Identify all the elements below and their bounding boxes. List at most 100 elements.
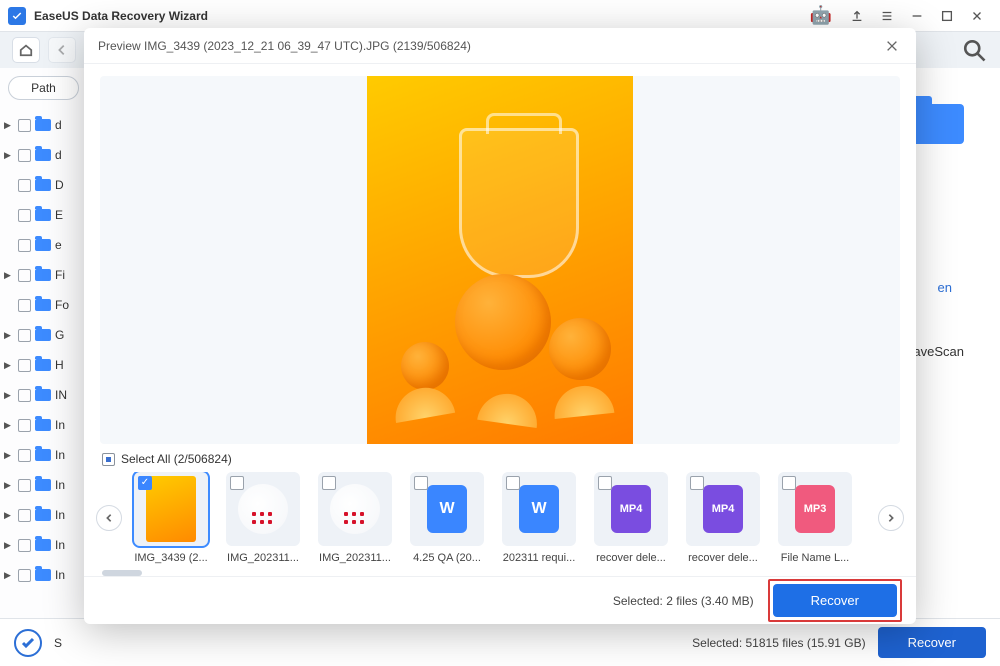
thumb-checkbox[interactable] [322, 476, 336, 490]
tree-checkbox[interactable] [18, 539, 31, 552]
tree-item[interactable]: D [0, 170, 87, 200]
caret-icon: ▶ [4, 570, 14, 581]
thumb-label: IMG_3439 (2... [132, 552, 210, 564]
thumb-checkbox[interactable] [782, 476, 796, 490]
tree-label: In [55, 478, 65, 492]
tree-item[interactable]: ▶G [0, 320, 87, 350]
minimize-button[interactable] [902, 1, 932, 31]
tree-item[interactable]: e [0, 230, 87, 260]
tree-checkbox[interactable] [18, 479, 31, 492]
thumb-checkbox[interactable] [690, 476, 704, 490]
tree-item[interactable]: ▶In [0, 560, 87, 590]
recover-button[interactable]: Recover [773, 584, 897, 617]
tree-item[interactable]: Fo [0, 290, 87, 320]
thumb-item[interactable]: W4.25 QA (20... [408, 472, 486, 564]
search-button[interactable] [960, 37, 988, 63]
thumb-label: File Name L... [776, 552, 854, 564]
sidebar: Path ▶d▶dDEe▶FiFo▶G▶H▶IN▶In▶In▶In▶In▶In▶… [0, 68, 88, 618]
back-button[interactable] [48, 37, 76, 63]
thumb-label: recover dele... [684, 552, 762, 564]
select-all-row: Select All (2/506824) [84, 452, 916, 472]
tree-label: e [55, 238, 62, 252]
tree-checkbox[interactable] [18, 299, 31, 312]
thumb-item[interactable]: IMG_202311... [316, 472, 394, 564]
select-all-checkbox[interactable] [102, 453, 115, 466]
tree-label: D [55, 178, 64, 192]
tree-label: H [55, 358, 64, 372]
folder-icon [35, 449, 51, 461]
app-logo [8, 7, 26, 25]
bg-selected-text: Selected: 51815 files (15.91 GB) [692, 636, 865, 650]
thumb-prev-button[interactable] [96, 505, 122, 531]
tree-checkbox[interactable] [18, 269, 31, 282]
tree-item[interactable]: ▶H [0, 350, 87, 380]
tree-item[interactable]: ▶d [0, 110, 87, 140]
close-button[interactable] [962, 1, 992, 31]
thumb-image[interactable]: W [410, 472, 484, 546]
share-button[interactable] [842, 1, 872, 31]
tree-label: In [55, 448, 65, 462]
caret-icon: ▶ [4, 270, 14, 281]
tree-item[interactable]: ▶d [0, 140, 87, 170]
thumb-image[interactable] [318, 472, 392, 546]
thumb-item[interactable]: IMG_202311... [224, 472, 302, 564]
tree-checkbox[interactable] [18, 149, 31, 162]
thumb-checkbox[interactable] [138, 476, 152, 490]
tree-checkbox[interactable] [18, 359, 31, 372]
tree-checkbox[interactable] [18, 419, 31, 432]
tree-label: Fi [55, 268, 65, 282]
tree-item[interactable]: E [0, 200, 87, 230]
tree-checkbox[interactable] [18, 119, 31, 132]
thumb-label: IMG_202311... [316, 552, 394, 564]
tree-item[interactable]: ▶IN [0, 380, 87, 410]
thumb-item[interactable]: MP4recover dele... [592, 472, 670, 564]
tree-label: In [55, 508, 65, 522]
home-button[interactable] [12, 37, 40, 63]
maximize-button[interactable] [932, 1, 962, 31]
tree-item[interactable]: ▶ In [0, 410, 87, 440]
thumb-image[interactable]: MP4 [686, 472, 760, 546]
tree-checkbox[interactable] [18, 509, 31, 522]
folder-icon [35, 509, 51, 521]
modal-footer: Selected: 2 files (3.40 MB) Recover [84, 576, 916, 624]
thumb-checkbox[interactable] [598, 476, 612, 490]
path-tab[interactable]: Path [8, 76, 79, 100]
thumb-item[interactable]: MP3 File Name L... [776, 472, 854, 564]
folder-icon [35, 119, 51, 131]
thumb-image[interactable]: MP3 [778, 472, 852, 546]
thumb-next-button[interactable] [878, 505, 904, 531]
tree-item[interactable]: ▶In [0, 440, 87, 470]
thumb-item[interactable]: IMG_3439 (2... [132, 472, 210, 564]
tree-item[interactable]: ▶ Fi [0, 260, 87, 290]
thumb-image[interactable]: MP4 [594, 472, 668, 546]
bg-recover-button[interactable]: Recover [878, 627, 986, 658]
caret-icon: ▶ [4, 420, 14, 431]
modal-close-button[interactable] [882, 36, 902, 56]
thumb-image[interactable] [134, 472, 208, 546]
tree-checkbox[interactable] [18, 329, 31, 342]
tree-item[interactable]: ▶In [0, 500, 87, 530]
menu-button[interactable] [872, 1, 902, 31]
tree-checkbox[interactable] [18, 209, 31, 222]
thumb-checkbox[interactable] [414, 476, 428, 490]
tree-checkbox[interactable] [18, 179, 31, 192]
tree-checkbox[interactable] [18, 569, 31, 582]
thumb-checkbox[interactable] [506, 476, 520, 490]
select-all-label: Select All (2/506824) [121, 452, 232, 466]
thumb-item[interactable]: MP4 recover dele... [684, 472, 762, 564]
tree-label: In [55, 538, 65, 552]
thumb-image[interactable]: W [502, 472, 576, 546]
thumb-item[interactable]: W202311 requi... [500, 472, 578, 564]
thumb-image[interactable] [226, 472, 300, 546]
tree-checkbox[interactable] [18, 239, 31, 252]
caret-icon: ▶ [4, 150, 14, 161]
thumb-checkbox[interactable] [230, 476, 244, 490]
modal-title: Preview IMG_3439 (2023_12_21 06_39_47 UT… [98, 39, 882, 53]
folder-icon [35, 179, 51, 191]
tree-item[interactable]: ▶In [0, 470, 87, 500]
tree-item[interactable]: ▶In [0, 530, 87, 560]
tree-checkbox[interactable] [18, 449, 31, 462]
tree-checkbox[interactable] [18, 389, 31, 402]
thumb-label: IMG_202311... [224, 552, 302, 564]
tree-label: In [55, 418, 65, 432]
